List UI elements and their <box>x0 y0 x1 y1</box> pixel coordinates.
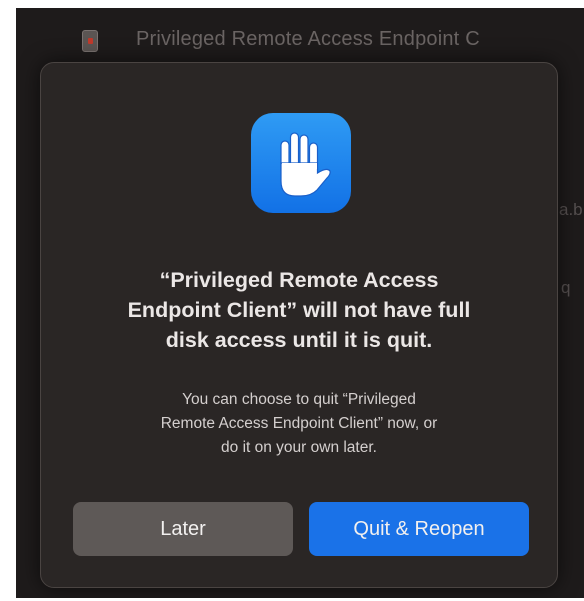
alert-message: You can choose to quit “Privileged Remot… <box>81 388 517 460</box>
message-line: Remote Access Endpoint Client” now, or <box>160 415 438 432</box>
quit-and-reopen-button[interactable]: Quit & Reopen <box>309 502 529 556</box>
background-text-fragment: a.b <box>559 200 583 219</box>
headline-line: disk access until it is quit. <box>165 328 433 352</box>
headline-line: Endpoint Client” will not have full <box>127 298 471 322</box>
message-line: You can choose to quit “Privileged <box>182 391 416 408</box>
headline-line: “Privileged Remote Access <box>159 268 439 292</box>
app-document-icon <box>82 30 98 52</box>
background-text-fragment: q <box>561 278 571 297</box>
later-button[interactable]: Later <box>73 502 293 556</box>
alert-headline: “Privileged Remote Access Endpoint Clien… <box>61 265 537 355</box>
message-line: do it on your own later. <box>221 439 377 456</box>
background-window-title: Privileged Remote Access Endpoint C <box>136 28 480 50</box>
desktop-background: Privileged Remote Access Endpoint C a.b … <box>16 8 584 598</box>
full-disk-access-alert: “Privileged Remote Access Endpoint Clien… <box>40 62 558 588</box>
hand-raised-icon <box>251 113 351 213</box>
